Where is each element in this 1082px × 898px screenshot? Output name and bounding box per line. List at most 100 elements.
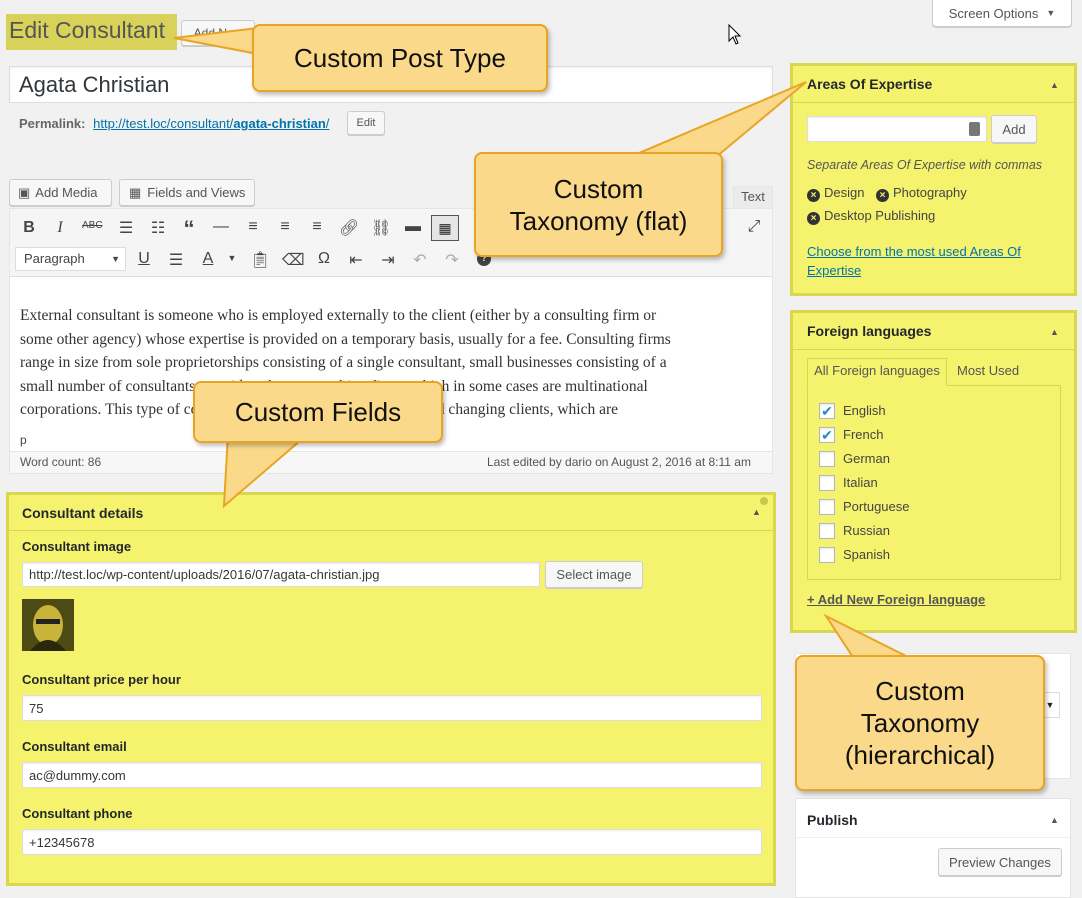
language-checkbox[interactable] bbox=[819, 523, 835, 539]
preview-changes-button[interactable]: Preview Changes bbox=[938, 848, 1062, 876]
bullet-list-icon[interactable]: ☰ bbox=[116, 218, 136, 238]
expertise-tag-label: Photography bbox=[893, 185, 967, 200]
align-center-icon[interactable]: ≡ bbox=[275, 218, 295, 236]
callout-pointer-post-type bbox=[173, 26, 259, 56]
fullscreen-icon[interactable]: ⤢ bbox=[744, 218, 764, 236]
checkmark-icon[interactable]: ✔ bbox=[819, 403, 835, 419]
language-label: Russian bbox=[843, 523, 890, 538]
consultant-image-label: Consultant image bbox=[22, 539, 132, 554]
undo-icon[interactable]: ↶ bbox=[410, 250, 430, 270]
expertise-tag-label: Design bbox=[824, 185, 865, 200]
checkmark-icon[interactable]: ✔ bbox=[819, 427, 835, 443]
special-character-icon[interactable]: Ω bbox=[314, 250, 334, 268]
callout-custom-fields: Custom Fields bbox=[193, 381, 443, 443]
align-left-icon[interactable]: ≡ bbox=[243, 218, 263, 236]
language-checkbox[interactable] bbox=[819, 475, 835, 491]
tab-text[interactable]: Text bbox=[733, 186, 773, 208]
italic-icon[interactable]: I bbox=[50, 219, 70, 237]
editor-line: range in size from sole proprietorships … bbox=[20, 354, 667, 371]
consultant-price-value: 75 bbox=[29, 700, 44, 716]
language-label: Portuguese bbox=[843, 499, 910, 514]
strikethrough-icon[interactable]: ABC bbox=[82, 220, 103, 231]
format-select[interactable]: Paragraph ▼ bbox=[15, 247, 126, 271]
language-checkbox[interactable] bbox=[819, 499, 835, 515]
language-checkbox[interactable] bbox=[819, 451, 835, 467]
consultant-phone-input[interactable]: +12345678 bbox=[22, 829, 762, 855]
remove-tag-icon[interactable]: × bbox=[807, 189, 820, 202]
add-media-button[interactable]: ▣ Add Media bbox=[9, 179, 112, 206]
foreign-languages-title: Foreign languages bbox=[807, 323, 932, 339]
post-title-value: Agata Christian bbox=[19, 71, 170, 97]
read-more-icon[interactable]: ▬ bbox=[403, 218, 423, 236]
callout-custom-post-type: Custom Post Type bbox=[252, 24, 548, 92]
consultant-price-label: Consultant price per hour bbox=[22, 672, 181, 687]
redo-icon[interactable]: ↷ bbox=[442, 250, 462, 270]
collapse-arrow-icon[interactable]: ▲ bbox=[1050, 815, 1059, 825]
editor-line: some other agency) whose expertise is pr… bbox=[20, 330, 671, 348]
language-checkbox[interactable] bbox=[819, 547, 835, 563]
editor-line: External consultant is someone who is em… bbox=[20, 307, 657, 324]
add-tag-button[interactable]: Add bbox=[991, 115, 1037, 143]
unlink-icon[interactable]: ⛓︎ bbox=[371, 218, 391, 238]
mouse-cursor-icon bbox=[728, 24, 742, 45]
consultant-details-title: Consultant details bbox=[22, 505, 144, 521]
consultant-thumbnail bbox=[22, 599, 74, 651]
permalink-edit-button[interactable]: Edit bbox=[347, 111, 385, 135]
add-new-foreign-language-link[interactable]: + Add New Foreign language bbox=[807, 592, 985, 607]
align-right-icon[interactable]: ≡ bbox=[307, 218, 327, 236]
permalink-trail: / bbox=[325, 116, 330, 131]
link-icon[interactable]: 🔗︎ bbox=[339, 218, 359, 238]
remove-tag-icon[interactable]: × bbox=[807, 212, 820, 225]
clear-formatting-icon[interactable]: ⌫ bbox=[282, 250, 305, 270]
justify-icon[interactable]: ☰ bbox=[166, 250, 186, 270]
text-color-icon[interactable]: A bbox=[198, 250, 218, 268]
consultant-price-input[interactable]: 75 bbox=[22, 695, 762, 721]
consultant-phone-label: Consultant phone bbox=[22, 806, 133, 821]
callout-line: Taxonomy (flat) bbox=[509, 205, 688, 236]
consultant-phone-value: +12345678 bbox=[29, 834, 95, 850]
indent-icon[interactable]: ⇥ bbox=[378, 250, 398, 270]
text-color-dropdown-icon[interactable]: ▼ bbox=[222, 253, 242, 263]
add-media-icon: ▣ bbox=[18, 184, 31, 200]
collapse-arrow-icon[interactable]: ▲ bbox=[1050, 80, 1059, 90]
language-label: German bbox=[843, 451, 890, 466]
blockquote-icon[interactable]: “ bbox=[179, 216, 199, 242]
underline-icon[interactable]: U bbox=[134, 250, 154, 268]
select-image-button[interactable]: Select image bbox=[545, 561, 643, 588]
toolbar-toggle-icon[interactable]: ▦ bbox=[431, 215, 459, 241]
paste-text-icon[interactable]: 📋︎ bbox=[250, 250, 270, 270]
permalink: Permalink: http://test.loc/consultant/ag… bbox=[19, 116, 329, 131]
consultant-image-value: http://test.loc/wp-content/uploads/2016/… bbox=[29, 567, 380, 582]
expertise-tag: × Photography bbox=[876, 185, 967, 202]
collapse-arrow-icon[interactable]: ▲ bbox=[1050, 327, 1059, 337]
choose-most-used-link[interactable]: Choose from the most used Areas Of Exper… bbox=[807, 242, 1047, 280]
last-edited: Last edited by dario on August 2, 2016 a… bbox=[487, 455, 751, 469]
consultant-image-input[interactable]: http://test.loc/wp-content/uploads/2016/… bbox=[22, 562, 540, 587]
fields-views-label: Fields and Views bbox=[147, 185, 246, 200]
bold-icon[interactable]: B bbox=[19, 219, 39, 237]
horizontal-line-icon[interactable]: — bbox=[211, 218, 231, 236]
consultant-email-value: ac@dummy.com bbox=[29, 767, 126, 783]
tab-most-used[interactable]: Most Used bbox=[957, 363, 1019, 378]
chevron-down-icon: ▼ bbox=[1046, 8, 1056, 18]
remove-tag-icon[interactable]: × bbox=[876, 189, 889, 202]
page-title-text: Edit Consultant bbox=[9, 17, 165, 43]
consultant-email-label: Consultant email bbox=[22, 739, 127, 754]
collapse-arrow-icon[interactable]: ▲ bbox=[752, 507, 761, 517]
metabox-divider bbox=[9, 530, 773, 531]
permalink-label: Permalink: bbox=[19, 116, 86, 131]
permalink-slug: agata-christian bbox=[233, 116, 326, 131]
fields-views-button[interactable]: ▦ Fields and Views bbox=[119, 179, 255, 206]
expertise-tag-input[interactable] bbox=[807, 116, 987, 142]
numbered-list-icon[interactable]: ☷ bbox=[148, 218, 168, 238]
callout-custom-taxonomy-flat: Custom Taxonomy (flat) bbox=[474, 152, 723, 257]
callout-line: Custom bbox=[875, 676, 965, 706]
screen-options-button[interactable]: Screen Options ▼ bbox=[932, 0, 1072, 27]
outdent-icon[interactable]: ⇤ bbox=[346, 250, 366, 270]
tab-all-foreign-languages[interactable]: All Foreign languages bbox=[807, 358, 947, 386]
consultant-email-input[interactable]: ac@dummy.com bbox=[22, 762, 762, 788]
permalink-link[interactable]: http://test.loc/consultant/agata-christi… bbox=[93, 116, 329, 131]
editor-path: p bbox=[20, 433, 27, 447]
contact-card-icon bbox=[969, 122, 980, 136]
add-media-label: Add Media bbox=[35, 185, 98, 200]
